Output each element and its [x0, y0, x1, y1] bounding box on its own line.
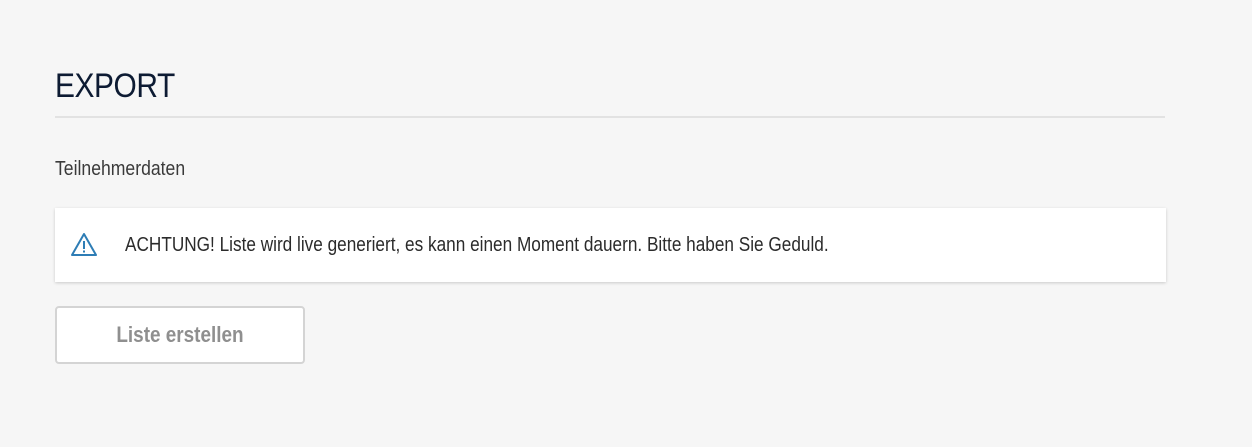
- title-divider: [55, 116, 1165, 118]
- create-list-label: Liste erstellen: [116, 322, 244, 347]
- alert-message: ACHTUNG! Liste wird live generiert, es k…: [125, 234, 829, 256]
- create-list-button[interactable]: Liste erstellen: [55, 306, 305, 364]
- section-label: Teilnehmerdaten: [55, 158, 186, 180]
- page-title: EXPORT: [55, 67, 175, 105]
- warning-alert: ACHTUNG! Liste wird live generiert, es k…: [55, 208, 1166, 282]
- warning-triangle-icon: [70, 232, 98, 258]
- export-panel: EXPORT Teilnehmerdaten ACHTUNG! Liste wi…: [55, 0, 1166, 364]
